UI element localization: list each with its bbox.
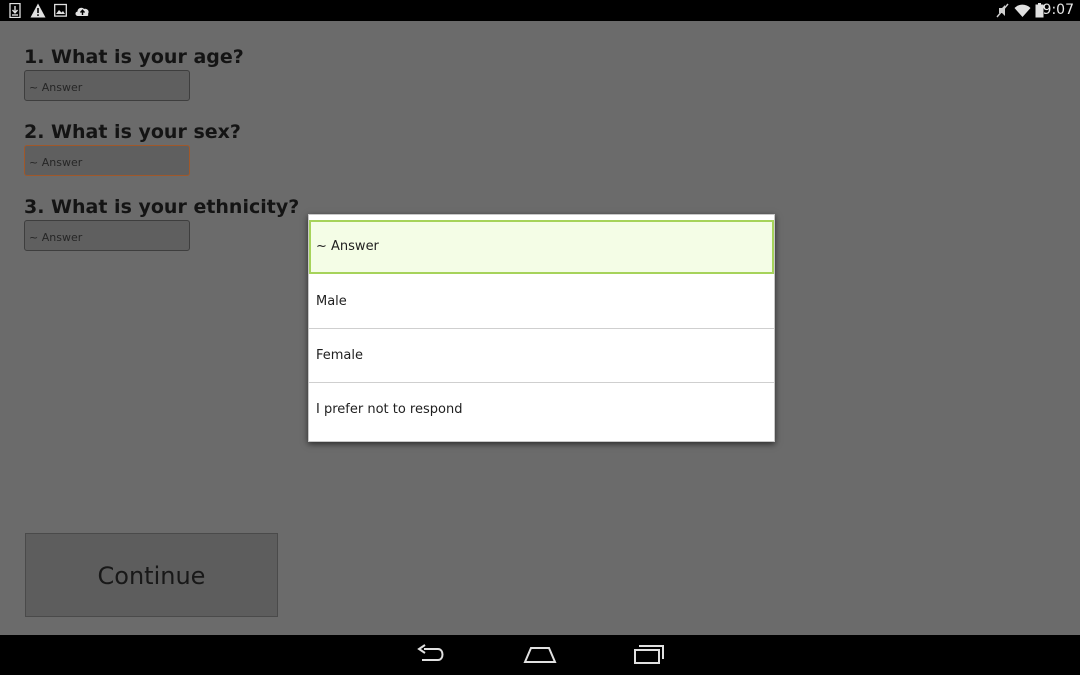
home-icon[interactable] [523, 643, 557, 667]
sex-dropdown-list: ~ Answer Male Female I prefer not to res… [308, 214, 775, 442]
sex-answer-field[interactable]: ~ Answer [24, 145, 190, 176]
dropdown-option-male[interactable]: Male [309, 275, 774, 329]
dropdown-option-answer[interactable]: ~ Answer [309, 220, 774, 274]
mute-icon [996, 3, 1009, 18]
wifi-icon [1014, 4, 1031, 17]
download-icon [9, 3, 21, 18]
age-answer-field[interactable]: ~ Answer [24, 70, 190, 101]
ethnicity-answer-field[interactable]: ~ Answer [24, 220, 190, 251]
recents-icon[interactable] [633, 643, 665, 667]
dropdown-option-prefer-not[interactable]: I prefer not to respond [309, 383, 774, 437]
question-ethnicity-label: 3. What is your ethnicity? [24, 196, 300, 218]
back-icon[interactable] [416, 643, 448, 667]
dropdown-option-female[interactable]: Female [309, 329, 774, 383]
warning-icon [30, 3, 46, 18]
status-bar: 9:07 [0, 0, 1080, 21]
question-sex-label: 2. What is your sex? [24, 121, 241, 143]
screen: 9:07 1. What is your age? ~ Answer 2. Wh… [0, 0, 1080, 675]
cloud-upload-icon [75, 7, 89, 16]
image-icon [54, 3, 67, 17]
status-time: 9:07 [1042, 2, 1074, 18]
question-age-label: 1. What is your age? [24, 46, 244, 68]
continue-button[interactable]: Continue [25, 533, 278, 617]
navigation-bar [0, 635, 1080, 675]
